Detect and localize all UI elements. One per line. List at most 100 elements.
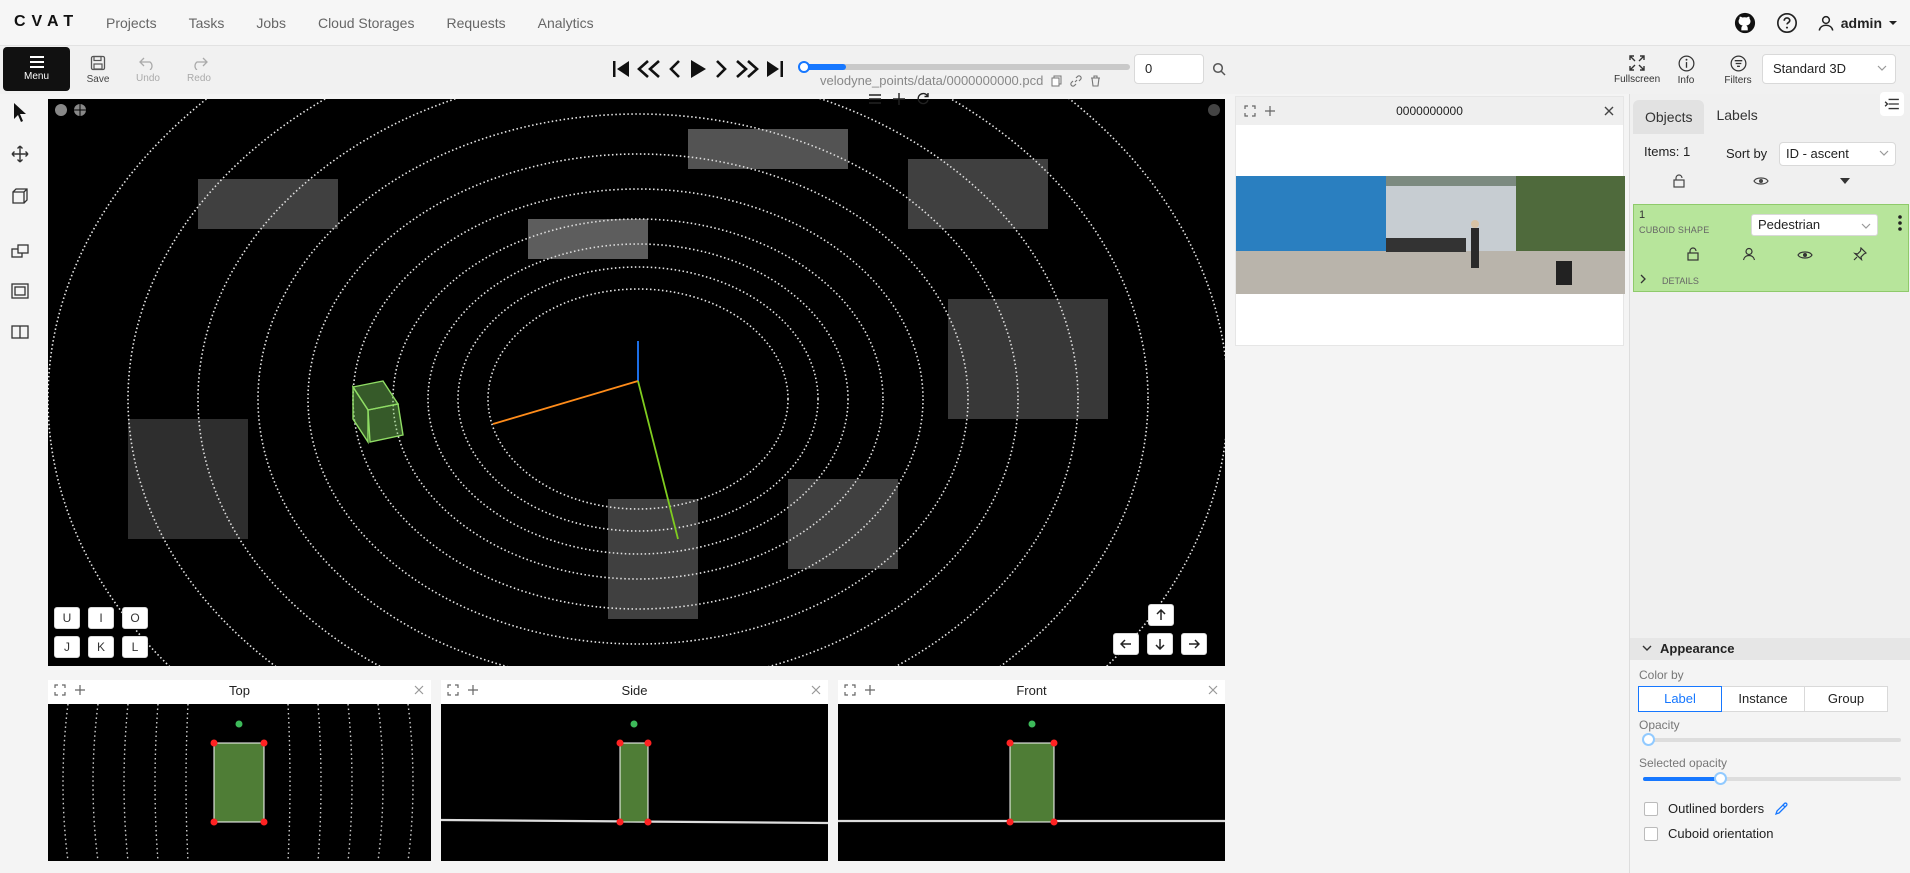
tab-objects[interactable]: Objects — [1633, 100, 1705, 134]
caret-down-icon[interactable] — [1839, 177, 1851, 185]
move-tool[interactable] — [8, 142, 32, 166]
nav-cloud-storages[interactable]: Cloud Storages — [302, 0, 431, 46]
opacity-slider-handle[interactable] — [1642, 733, 1656, 746]
color-picker-icon[interactable] — [1774, 801, 1788, 816]
github-icon[interactable] — [1733, 11, 1757, 35]
close-view-icon[interactable] — [1207, 103, 1221, 117]
play-icon[interactable] — [689, 59, 707, 79]
delete-icon[interactable] — [1090, 74, 1101, 87]
link-icon[interactable] — [1070, 74, 1083, 87]
more-options-icon[interactable] — [1898, 215, 1902, 231]
move-view-icon[interactable] — [1264, 105, 1276, 117]
key-i[interactable]: I — [88, 607, 114, 629]
menu-button[interactable]: Menu — [3, 47, 70, 91]
arrow-right-button[interactable] — [1181, 633, 1207, 655]
eye-all-icon[interactable] — [1753, 175, 1769, 187]
object-label-select[interactable]: Pedestrian — [1751, 214, 1878, 236]
object-details-toggle[interactable]: DETAILS — [1662, 276, 1699, 286]
copy-icon[interactable] — [1051, 75, 1062, 87]
context-image[interactable] — [1236, 176, 1625, 294]
cuboid-orientation-row: Cuboid orientation — [1644, 826, 1774, 841]
merge-tool[interactable] — [8, 239, 32, 263]
arrow-down-button[interactable] — [1147, 633, 1173, 655]
reset-icon[interactable] — [916, 92, 930, 106]
nav-jobs[interactable]: Jobs — [240, 0, 302, 46]
sort-label: Sort by — [1726, 146, 1768, 161]
key-j[interactable]: J — [54, 636, 80, 658]
last-frame-icon[interactable] — [766, 59, 784, 79]
user-menu[interactable]: admin — [1817, 14, 1898, 32]
cvat-logo[interactable]: CVAT — [14, 13, 79, 31]
point-cloud-canvas[interactable] — [48, 99, 1225, 666]
undo-button[interactable]: Undo — [124, 50, 172, 90]
perspective-view[interactable]: U I O J K L — [48, 99, 1225, 666]
crosshair-icon[interactable] — [73, 103, 87, 117]
selected-opacity-slider[interactable] — [1643, 772, 1901, 785]
lock-icon[interactable] — [1686, 247, 1700, 261]
save-button[interactable]: Save — [74, 50, 122, 90]
nav-analytics[interactable]: Analytics — [522, 0, 610, 46]
front-view-canvas[interactable] — [838, 704, 1225, 861]
opacity-slider[interactable] — [1642, 733, 1901, 746]
plus-icon[interactable] — [892, 92, 906, 106]
lock-all-icon[interactable] — [1672, 174, 1686, 188]
split-icon — [11, 325, 29, 339]
key-o[interactable]: O — [122, 607, 148, 629]
chevron-right-icon[interactable] — [1639, 274, 1647, 284]
group-tool[interactable] — [8, 279, 32, 303]
close-icon[interactable] — [1603, 105, 1615, 117]
help-icon[interactable] — [1775, 11, 1799, 35]
controls-sidebar — [0, 94, 40, 873]
split-tool[interactable] — [8, 320, 32, 344]
frame-slider-handle[interactable] — [798, 61, 810, 73]
tab-labels[interactable]: Labels — [1704, 94, 1769, 134]
fullscreen-label: Fullscreen — [1614, 74, 1661, 85]
arrow-up-button[interactable] — [1148, 604, 1174, 626]
align-icon[interactable] — [868, 92, 882, 106]
appearance-header[interactable]: Appearance — [1630, 638, 1910, 660]
color-by-group-option[interactable]: Group — [1804, 686, 1888, 712]
sort-select[interactable]: ID - ascent — [1779, 142, 1896, 166]
object-card[interactable]: 1 CUBOID SHAPE Pedestrian DETAILS — [1633, 204, 1909, 292]
pin-icon[interactable] — [1853, 247, 1867, 261]
nav-projects[interactable]: Projects — [90, 0, 173, 46]
fullscreen-button[interactable]: Fullscreen — [1614, 50, 1660, 90]
arrow-left-button[interactable] — [1113, 633, 1139, 655]
first-frame-icon[interactable] — [612, 59, 630, 79]
fast-forward-icon[interactable] — [735, 59, 759, 79]
outlined-borders-checkbox[interactable] — [1644, 801, 1658, 816]
redo-button[interactable]: Redo — [175, 50, 223, 90]
filters-button[interactable]: Filters — [1723, 50, 1753, 90]
eye-icon[interactable] — [1797, 249, 1813, 261]
draw-cuboid-tool[interactable] — [8, 184, 32, 208]
previous-frame-icon[interactable] — [668, 59, 682, 79]
color-by-instance-option[interactable]: Instance — [1721, 686, 1805, 712]
fit-view-icon[interactable] — [1244, 105, 1256, 117]
user-icon[interactable] — [1742, 247, 1756, 261]
outlined-borders-row: Outlined borders — [1644, 801, 1788, 816]
selected-opacity-slider-handle[interactable] — [1714, 772, 1728, 785]
nav-requests[interactable]: Requests — [430, 0, 521, 46]
key-u[interactable]: U — [54, 607, 80, 629]
side-view-canvas[interactable] — [441, 704, 828, 861]
workspace-select[interactable]: Standard 3D — [1762, 54, 1896, 84]
frame-number-input[interactable]: 0 — [1134, 54, 1204, 84]
cursor-tool[interactable] — [8, 100, 32, 124]
nav-tasks[interactable]: Tasks — [173, 0, 241, 46]
next-frame-icon[interactable] — [714, 59, 728, 79]
close-icon[interactable] — [1207, 684, 1219, 696]
top-view-canvas[interactable] — [48, 704, 431, 861]
fast-backward-icon[interactable] — [637, 59, 661, 79]
filename-row: velodyne_points/data/0000000000.pcd — [820, 73, 1101, 88]
close-icon[interactable] — [810, 684, 822, 696]
color-by-label-option[interactable]: Label — [1638, 686, 1722, 712]
info-button[interactable]: Info — [1674, 50, 1698, 90]
close-icon[interactable] — [413, 684, 425, 696]
search-icon[interactable] — [1212, 62, 1226, 76]
key-l[interactable]: L — [122, 636, 148, 658]
arrange-icon[interactable] — [54, 103, 68, 117]
cuboid-orientation-checkbox[interactable] — [1644, 826, 1658, 841]
collapse-sidebar-icon[interactable] — [1880, 92, 1904, 116]
frame-slider[interactable] — [798, 58, 1132, 74]
key-k[interactable]: K — [88, 636, 114, 658]
